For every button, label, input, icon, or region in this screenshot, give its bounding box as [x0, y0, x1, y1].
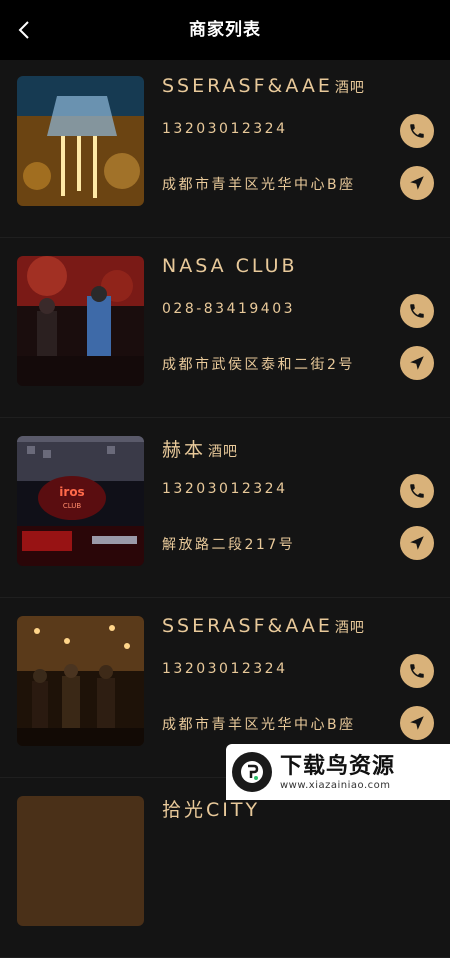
- merchant-phone: 13203012324: [162, 121, 288, 137]
- bird-logo-icon: [232, 752, 272, 792]
- navigate-button[interactable]: [400, 706, 434, 740]
- merchant-photo: [17, 76, 144, 206]
- navigate-button[interactable]: [400, 166, 434, 200]
- watermark-badge: 下载鸟资源 www.xiazainiao.com: [226, 744, 450, 800]
- call-button[interactable]: [400, 474, 434, 508]
- merchant-item[interactable]: NASA CLUB 028-83419403 成都市武侯区泰和二街2号: [0, 238, 450, 418]
- merchant-name[interactable]: 赫本 酒吧: [162, 435, 238, 462]
- merchant-list: SSERASF&AAE酒吧 13203012324 成都市青羊区光华中心B座: [0, 58, 450, 958]
- merchant-phone: 028-83419403: [162, 301, 296, 317]
- merchant-name[interactable]: NASA CLUB: [162, 255, 300, 277]
- merchant-address: 成都市青羊区光华中心B座: [162, 717, 356, 733]
- phone-icon: [410, 664, 424, 678]
- navigation-arrow-icon: [410, 536, 424, 550]
- call-button[interactable]: [400, 294, 434, 328]
- merchant-item[interactable]: SSERASF&AAE 酒吧 13203012324 成都市青羊区光华中心B座: [0, 58, 450, 238]
- watermark-url: www.xiazainiao.com: [280, 779, 391, 791]
- navigate-button[interactable]: [400, 526, 434, 560]
- merchant-photo: [17, 256, 144, 386]
- svg-text:iros: iros: [59, 485, 84, 499]
- merchant-photo: iros CLUB: [17, 436, 144, 566]
- call-button[interactable]: [400, 114, 434, 148]
- navigation-arrow-icon: [410, 716, 424, 730]
- svg-text:CLUB: CLUB: [63, 502, 82, 510]
- merchant-item[interactable]: 拾光CITY: [0, 778, 450, 958]
- merchant-address: 成都市青羊区光华中心B座: [162, 177, 356, 193]
- phone-icon: [410, 124, 424, 138]
- merchant-photo: [17, 796, 144, 926]
- top-bar: 商家列表: [0, 0, 450, 60]
- merchant-address: 解放路二段217号: [162, 537, 296, 553]
- phone-icon: [410, 304, 424, 318]
- watermark-name: 下载鸟资源: [280, 753, 396, 779]
- call-button[interactable]: [400, 654, 434, 688]
- phone-icon: [410, 484, 424, 498]
- merchant-phone: 13203012324: [162, 481, 288, 497]
- merchant-name[interactable]: SSERASF&AAE 酒吧: [162, 615, 365, 637]
- merchant-name[interactable]: SSERASF&AAE 酒吧: [162, 75, 365, 97]
- navigation-arrow-icon: [410, 176, 424, 190]
- page-title: 商家列表: [189, 20, 261, 40]
- merchant-address: 成都市武侯区泰和二街2号: [162, 357, 355, 373]
- merchant-photo: [17, 616, 144, 746]
- merchant-phone: 13203012324: [162, 661, 288, 677]
- watermark-text: 下载鸟资源 www.xiazainiao.com: [280, 754, 395, 791]
- merchant-item[interactable]: iros CLUB 赫本 酒吧 13203012324 解放路二段217号: [0, 418, 450, 598]
- navigation-arrow-icon: [410, 356, 424, 370]
- navigate-button[interactable]: [400, 346, 434, 380]
